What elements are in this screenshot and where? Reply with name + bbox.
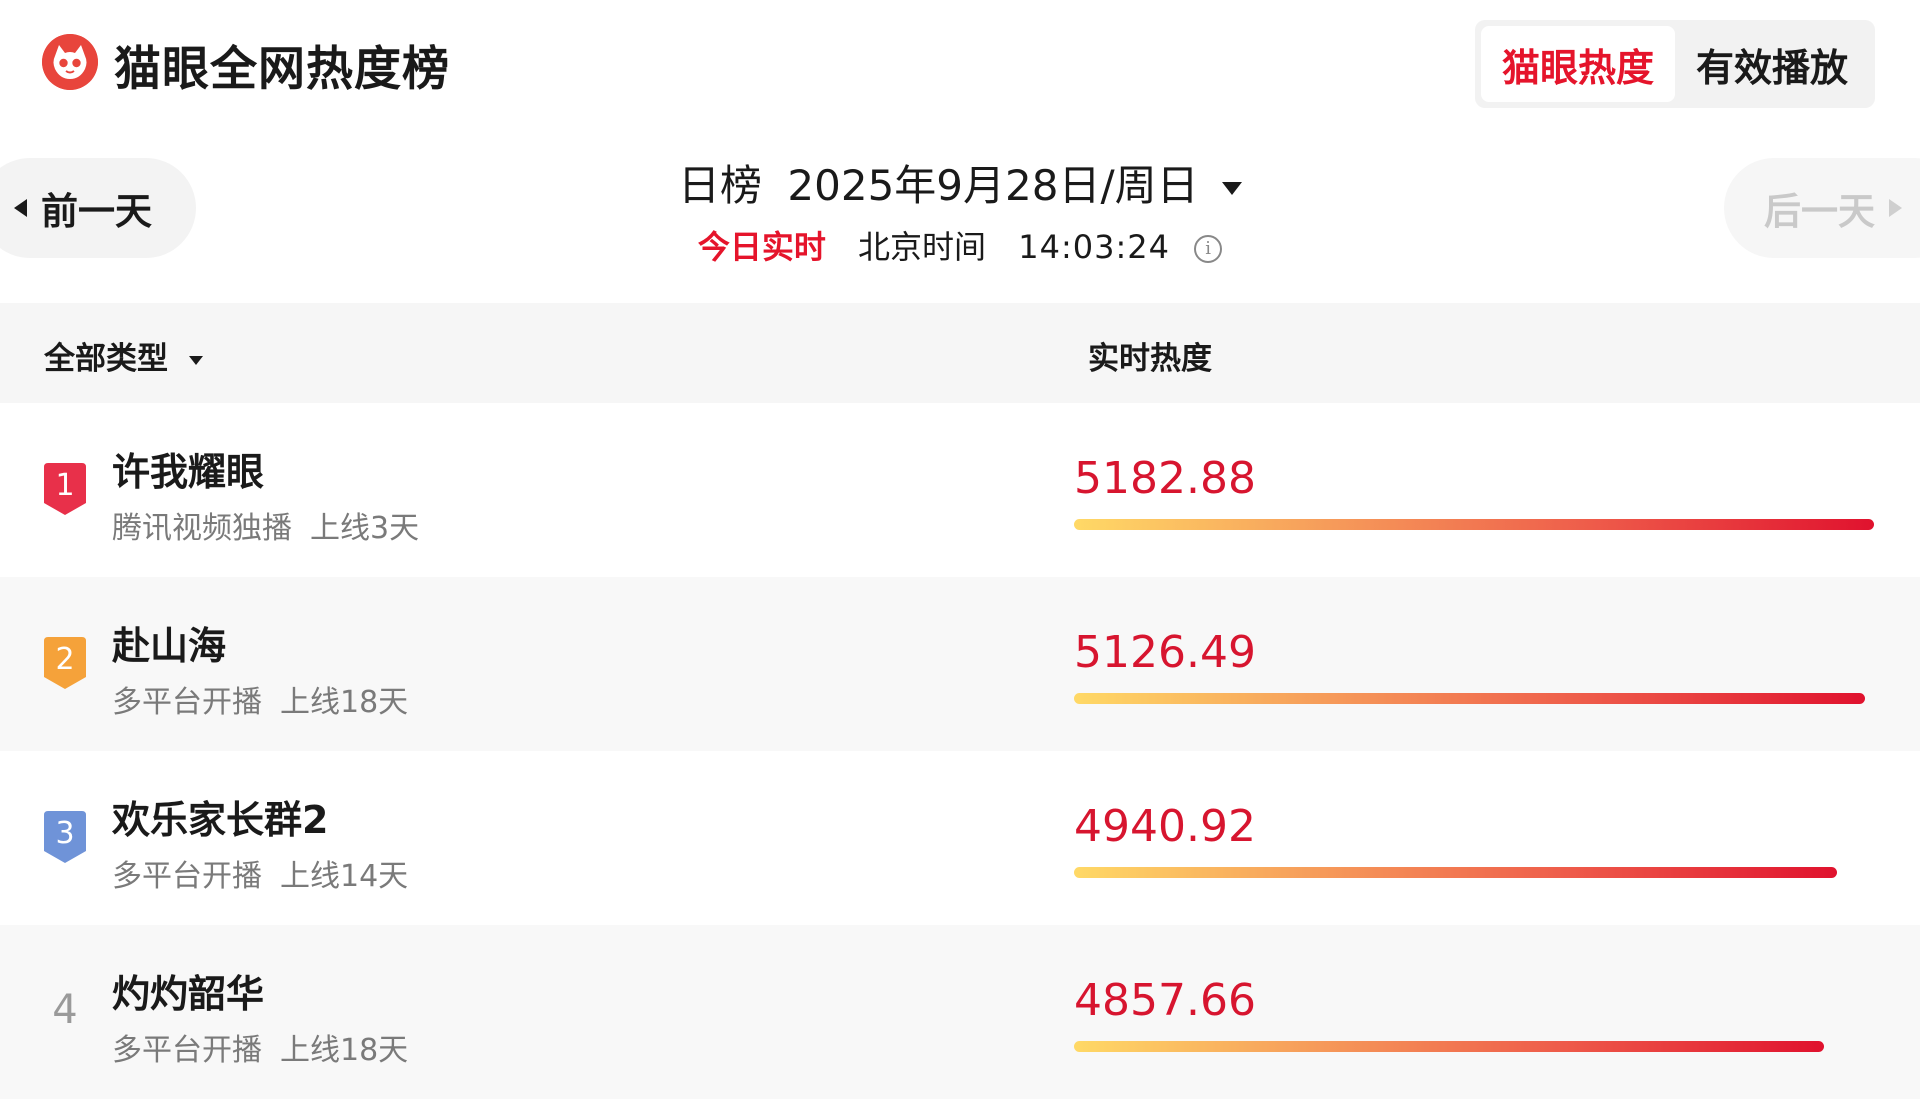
- platform-text: 多平台开播: [112, 1033, 262, 1068]
- platform-text: 多平台开播: [112, 685, 262, 720]
- next-day-button[interactable]: 后一天: [1724, 158, 1920, 258]
- heat-bar: [1074, 693, 1865, 704]
- drama-meta: 腾讯视频独播 上线3天: [112, 503, 419, 547]
- tab-effective-plays[interactable]: 有效播放: [1675, 26, 1869, 102]
- ranking-row[interactable]: 3 欢乐家长群2 多平台开播 上线14天 4940.92: [0, 751, 1920, 925]
- heat-bar: [1074, 519, 1874, 530]
- drama-title: 许我耀眼: [112, 450, 265, 494]
- heat-value: 4857.66: [1074, 975, 1256, 1026]
- heat-value: 5182.88: [1074, 453, 1256, 504]
- rank-badge-icon: 1: [44, 463, 86, 515]
- heat-value: 5126.49: [1074, 627, 1256, 678]
- live-label: 今日实时: [697, 228, 826, 266]
- drama-meta: 多平台开播 上线18天: [112, 677, 408, 721]
- ranking-row[interactable]: 2 赴山海 多平台开播 上线18天 5126.49: [0, 577, 1920, 751]
- type-filter-label: 全部类型: [44, 341, 168, 377]
- rank-number: 3: [55, 816, 75, 851]
- drama-title: 欢乐家长群2: [112, 798, 329, 842]
- ranking-row[interactable]: 4 灼灼韶华 多平台开播 上线18天 4857.66: [0, 925, 1920, 1099]
- ranking-row[interactable]: 1 许我耀眼 腾讯视频独播 上线3天 5182.88: [0, 403, 1920, 577]
- next-day-label: 后一天: [1764, 190, 1875, 233]
- caret-right-icon: [1889, 199, 1902, 217]
- caret-down-icon: [188, 356, 203, 365]
- rank-number: 1: [55, 468, 75, 503]
- caret-down-icon: [1221, 182, 1242, 195]
- drama-meta: 多平台开播 上线14天: [112, 851, 408, 895]
- rank-number: 2: [55, 642, 75, 677]
- rank-badge-icon: 2: [44, 637, 86, 689]
- heat-value: 4940.92: [1074, 801, 1256, 852]
- online-days-text: 上线3天: [310, 511, 420, 546]
- drama-title: 赴山海: [112, 624, 227, 668]
- timezone-label: 北京时间: [858, 228, 987, 266]
- header: 猫眼全网热度榜 猫眼热度 有效播放: [0, 0, 1920, 130]
- heat-bar: [1074, 867, 1837, 878]
- drama-title: 灼灼韶华: [112, 972, 265, 1016]
- date-selector[interactable]: 日榜 2025年9月28日/周日: [0, 152, 1920, 213]
- heat-column-header: 实时热度: [1088, 341, 1212, 377]
- heat-bar: [1074, 1041, 1824, 1052]
- table-header: 全部类型 实时热度: [0, 303, 1920, 403]
- type-filter-dropdown[interactable]: 全部类型: [44, 333, 203, 378]
- online-days-text: 上线14天: [280, 859, 409, 894]
- drama-meta: 多平台开播 上线18天: [112, 1025, 408, 1069]
- range-label: 日榜: [678, 161, 763, 210]
- metric-switch: 猫眼热度 有效播放: [1475, 20, 1875, 108]
- tab-maoyan-heat[interactable]: 猫眼热度: [1481, 26, 1675, 102]
- online-days-text: 上线18天: [280, 685, 409, 720]
- info-icon[interactable]: i: [1194, 235, 1223, 263]
- rank-number: 4: [52, 987, 78, 1033]
- live-time: 今日实时 北京时间 14:03:24 i: [0, 222, 1920, 268]
- selected-date: 2025年9月28日/周日: [787, 161, 1199, 210]
- platform-text: 多平台开播: [112, 859, 262, 894]
- maoyan-logo-icon: [42, 34, 98, 90]
- current-time: 14:03:24: [1018, 228, 1170, 266]
- online-days-text: 上线18天: [280, 1033, 409, 1068]
- platform-text: 腾讯视频独播: [112, 511, 292, 546]
- app-title: 猫眼全网热度榜: [114, 42, 450, 97]
- rank-badge-icon: 3: [44, 811, 86, 863]
